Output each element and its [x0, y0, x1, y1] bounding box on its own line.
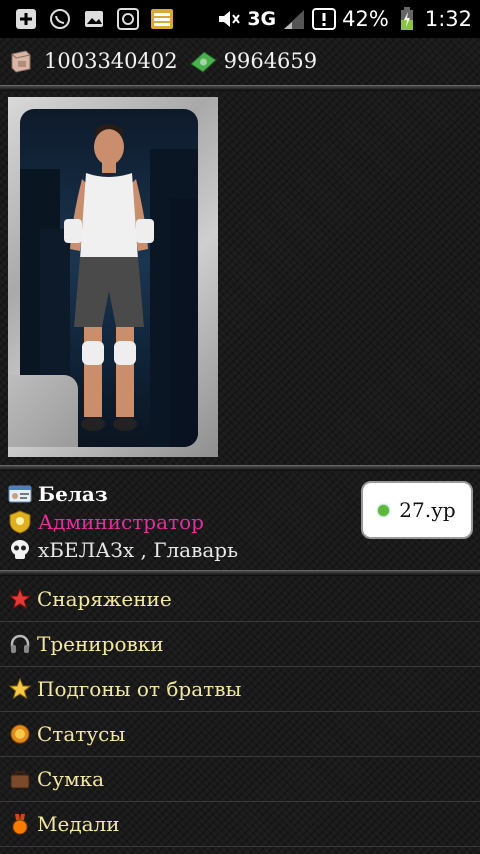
clock: 1:32 [424, 7, 472, 31]
star-red-icon [8, 587, 32, 611]
medal-icon [8, 812, 32, 836]
admin-shield-icon [8, 510, 32, 534]
battery-charging-icon [395, 7, 419, 31]
separator [0, 570, 480, 576]
storage-icon [150, 7, 174, 31]
headphones-icon [8, 632, 32, 656]
avatar-frame-notch [8, 375, 78, 447]
cash-icon [188, 48, 217, 74]
gallery-icon [82, 7, 106, 31]
add-box-icon [14, 7, 38, 31]
mute-icon [217, 7, 241, 31]
menu-item-gifts[interactable]: Подгоны от братвы [0, 667, 480, 712]
bag-icon [8, 767, 32, 791]
id-card-icon [8, 482, 32, 506]
menu-item-medals[interactable]: Медали [0, 802, 480, 847]
menu-item-label: Сумка [37, 767, 105, 791]
profile-menu: Снаряжение Тренировки Подгоны от братвы … [0, 577, 480, 847]
menu-item-label: Статусы [37, 722, 126, 746]
signal-icon [282, 7, 306, 31]
menu-item-label: Тренировки [37, 632, 164, 656]
player-level: 27.ур [399, 498, 456, 522]
alert-box-icon [312, 7, 337, 31]
player-gang-row[interactable]: хБЕЛАЗх , Главарь [8, 536, 368, 564]
player-role-row: Администратор [8, 508, 368, 536]
cash-amount: 9964659 [223, 49, 318, 73]
badge-icon [8, 722, 32, 746]
skull-icon [8, 538, 32, 562]
player-name[interactable]: Белаз [38, 480, 108, 508]
gear-box-icon [116, 7, 140, 31]
menu-item-label: Подгоны от братвы [37, 677, 242, 701]
menu-item-label: Снаряжение [37, 587, 172, 611]
menu-item-label: Медали [37, 812, 120, 836]
player-info: Белаз Администратор хБЕЛАЗх , Главарь [8, 480, 368, 564]
status-bar: 3G 42% 1:32 [0, 0, 480, 38]
gold-amount: 1003340402 [44, 49, 178, 73]
gold-bars-icon [8, 48, 34, 74]
network-type: 3G [247, 8, 277, 30]
menu-item-training[interactable]: Тренировки [0, 622, 480, 667]
player-gang[interactable]: хБЕЛАЗх , Главарь [38, 536, 238, 564]
menu-item-equipment[interactable]: Снаряжение [0, 577, 480, 622]
whatsapp-icon [48, 7, 72, 31]
menu-item-statuses[interactable]: Статусы [0, 712, 480, 757]
player-name-row[interactable]: Белаз [8, 480, 368, 508]
character-avatar[interactable] [8, 97, 218, 457]
level-badge: 27.ур [361, 481, 473, 539]
separator [0, 465, 480, 471]
player-role: Администратор [38, 510, 204, 534]
menu-item-bag[interactable]: Сумка [0, 757, 480, 802]
separator [0, 85, 480, 91]
online-dot-icon [378, 504, 390, 516]
currency-bar: 1003340402 9964659 [0, 38, 480, 84]
star-gold-icon [8, 677, 32, 701]
battery-percent: 42% [342, 7, 389, 31]
